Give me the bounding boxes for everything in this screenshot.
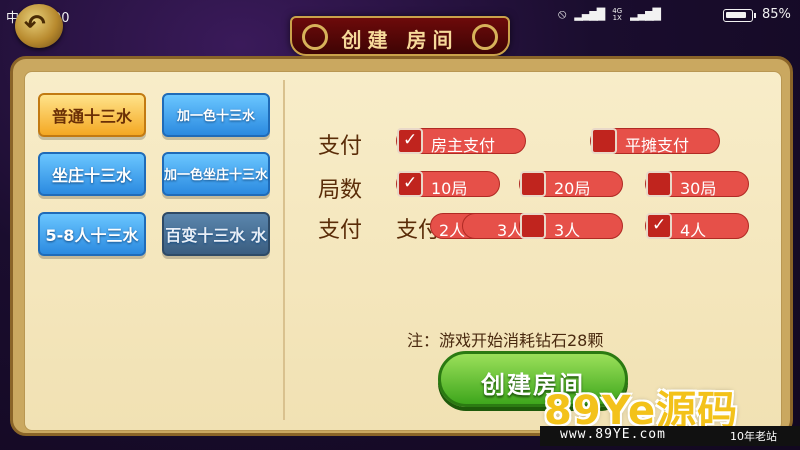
players-label: 支付 bbox=[318, 218, 363, 243]
mode-button-normal[interactable]: 普通十三水 bbox=[38, 93, 146, 137]
option-split-pay[interactable]: 平摊支付 bbox=[590, 128, 720, 155]
option-label: 4人 bbox=[680, 221, 707, 240]
signal-icon: ▂▄▆█ bbox=[630, 8, 661, 21]
checkbox[interactable] bbox=[520, 213, 546, 239]
option-players-3b[interactable]: 3人 bbox=[519, 213, 623, 240]
watermark-tag: 10年老站 bbox=[730, 430, 777, 443]
mode-button-banker[interactable]: 坐庄十三水 bbox=[38, 152, 146, 196]
checkbox[interactable]: ✓ bbox=[397, 128, 423, 154]
checkbox[interactable] bbox=[520, 171, 546, 197]
check-icon: ✓ bbox=[652, 215, 667, 235]
option-label: 平摊支付 bbox=[625, 136, 690, 155]
rounds-label: 局数 bbox=[318, 178, 363, 203]
option-label: 房主支付 bbox=[431, 136, 496, 155]
diamond-cost-note: 注：游戏开始消耗钻石28颗 bbox=[407, 331, 604, 350]
option-label: 30局 bbox=[680, 179, 717, 198]
status-icons: ⦸ ▂▄▆█ 4G 1X ▂▄▆█ bbox=[557, 6, 661, 22]
mode-button-plus-one-color-banker[interactable]: 加一色坐庄十三水 bbox=[162, 152, 270, 196]
alarm-muted-icon: ⦸ bbox=[557, 7, 567, 22]
battery-icon bbox=[723, 9, 756, 22]
check-icon: ✓ bbox=[403, 173, 418, 193]
battery-level bbox=[726, 12, 746, 18]
network-4g-icon: 4G 1X bbox=[612, 6, 623, 22]
watermark-url: www.89YE.com bbox=[560, 427, 666, 442]
check-icon: ✓ bbox=[403, 130, 418, 150]
option-rounds-10[interactable]: ✓ 10局 bbox=[396, 171, 500, 198]
option-rounds-20[interactable]: 20局 bbox=[519, 171, 623, 198]
page-title: 创建 房间 bbox=[341, 28, 459, 52]
option-label: 2人 bbox=[439, 221, 466, 240]
watermark: 89Ye源码 www.89YE.com 10年老站 bbox=[540, 378, 800, 450]
mode-button-wildcard[interactable]: 百变十三水 水 bbox=[162, 212, 270, 256]
checkbox[interactable] bbox=[591, 128, 617, 154]
panel-divider bbox=[283, 80, 285, 420]
back-arrow-icon: ↶ bbox=[24, 10, 46, 40]
battery-percent: 85% bbox=[762, 7, 791, 22]
checkbox[interactable] bbox=[646, 171, 672, 197]
header-banner: 创建 房间 bbox=[290, 16, 510, 56]
option-label: 20局 bbox=[554, 179, 591, 198]
checkbox[interactable]: ✓ bbox=[646, 213, 672, 239]
checkbox[interactable]: ✓ bbox=[397, 171, 423, 197]
option-rounds-30[interactable]: 30局 bbox=[645, 171, 749, 198]
signal-icon: ▂▄▆█ bbox=[574, 8, 605, 21]
mode-button-plus-one-color[interactable]: 加一色十三水 bbox=[162, 93, 270, 137]
option-label: 3人 bbox=[554, 221, 581, 240]
option-host-pay[interactable]: ✓ 房主支付 bbox=[396, 128, 526, 155]
pay-label: 支付 bbox=[318, 134, 363, 159]
back-button[interactable]: ↶ bbox=[15, 4, 63, 48]
option-label: 10局 bbox=[431, 179, 468, 198]
option-players-4[interactable]: ✓ 4人 bbox=[645, 213, 749, 240]
mode-button-5-8-players[interactable]: 5-8人十三水 bbox=[38, 212, 146, 256]
